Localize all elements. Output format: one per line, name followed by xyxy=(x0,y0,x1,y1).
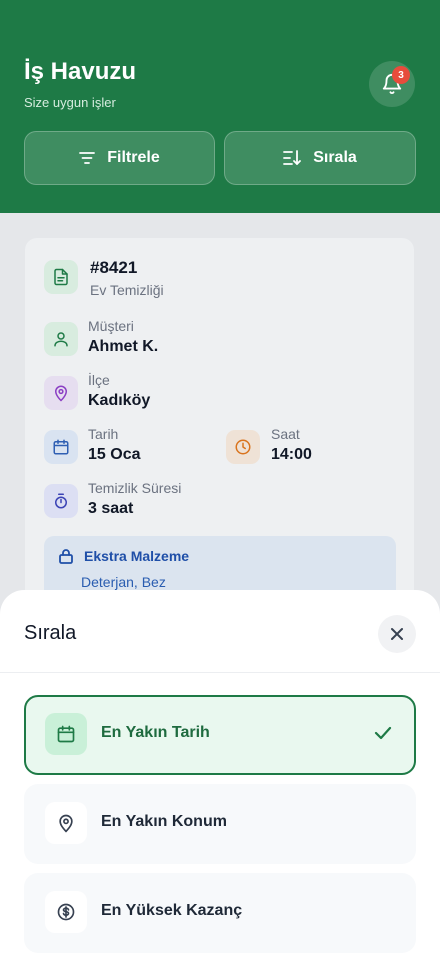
customer-label: Müşteri xyxy=(88,318,134,334)
page-subtitle: Size uygun işler xyxy=(24,95,116,110)
filter-button-label: Filtrele xyxy=(107,149,160,166)
close-icon xyxy=(391,628,403,640)
job-service: Ev Temizliği xyxy=(90,282,164,298)
location-pin-icon xyxy=(54,385,68,402)
job-id: #8421 xyxy=(90,258,138,277)
sort-option-nearest-date[interactable]: En Yakın Tarih xyxy=(24,695,416,775)
sort-option-highest-earning[interactable]: En Yüksek Kazanç xyxy=(24,873,416,953)
customer-name: Ahmet K. xyxy=(88,338,159,355)
dollar-coin-icon xyxy=(57,903,75,921)
filter-button[interactable]: Filtrele xyxy=(24,131,215,185)
document-icon xyxy=(54,268,68,286)
sort-button-label: Sırala xyxy=(313,149,357,166)
user-icon xyxy=(54,332,68,347)
timer-icon xyxy=(55,493,67,509)
sheet-divider xyxy=(0,672,440,673)
clock-icon xyxy=(235,439,251,455)
time-value: 14:00 xyxy=(271,446,312,463)
timer-icon-box xyxy=(44,484,78,518)
duration-label: Temizlik Süresi xyxy=(88,480,182,496)
extra-supplies-title: Ekstra Malzeme xyxy=(84,548,190,564)
user-icon-box xyxy=(44,322,78,356)
filter-icon xyxy=(79,152,96,164)
date-value: 15 Oca xyxy=(88,446,141,463)
date-label: Tarih xyxy=(88,426,119,442)
document-icon-box xyxy=(44,260,78,294)
sheet-title: Sırala xyxy=(24,622,77,644)
option-label: En Yakın Konum xyxy=(101,813,227,830)
extra-supplies-items: Deterjan, Bez xyxy=(81,574,166,590)
time-label: Saat xyxy=(271,426,300,442)
calendar-icon-box xyxy=(44,430,78,464)
option-label: En Yüksek Kazanç xyxy=(101,902,243,919)
close-button[interactable] xyxy=(378,615,416,653)
location-icon-box xyxy=(44,376,78,410)
district-value: Kadıköy xyxy=(88,392,151,409)
sort-icon xyxy=(283,150,302,165)
sort-option-nearest-location[interactable]: En Yakın Konum xyxy=(24,784,416,864)
page-title: İş Havuzu xyxy=(24,58,137,85)
sort-button[interactable]: Sırala xyxy=(224,131,416,185)
duration-value: 3 saat xyxy=(88,500,134,517)
checkmark-icon xyxy=(374,726,392,740)
option-label: En Yakın Tarih xyxy=(101,724,210,741)
notifications-button[interactable] xyxy=(369,61,415,107)
option-icon-box xyxy=(45,713,87,755)
calendar-icon xyxy=(57,725,75,743)
option-icon-box xyxy=(45,891,87,933)
option-icon-box xyxy=(45,802,87,844)
calendar-icon xyxy=(53,439,69,455)
clock-icon-box xyxy=(226,430,260,464)
location-pin-icon xyxy=(59,814,73,833)
district-label: İlçe xyxy=(88,372,110,388)
notification-badge: 3 xyxy=(392,66,410,84)
lock-icon xyxy=(59,549,73,564)
